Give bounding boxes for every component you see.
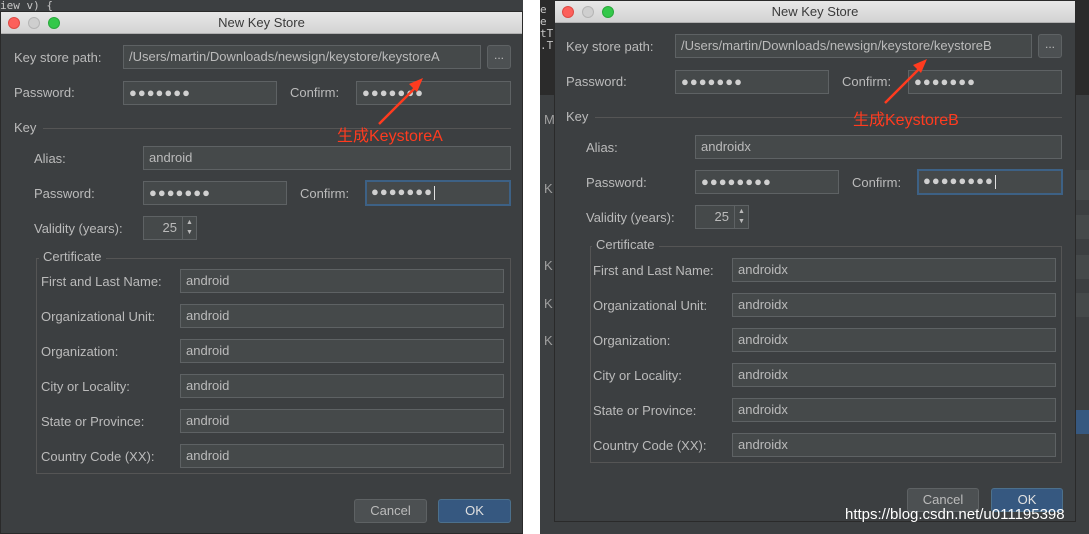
spinner-arrows-icon[interactable]: ▲ ▼ (734, 206, 748, 228)
validity-label: Validity (years): (586, 210, 675, 225)
dialog-titlebar: New Key Store (1, 12, 522, 34)
first-last-name-label: First and Last Name: (593, 263, 714, 278)
city-label: City or Locality: (593, 368, 682, 383)
certificate-group-title: Certificate (39, 249, 106, 265)
browse-button[interactable]: ... (487, 45, 511, 69)
keystore-path-label: Key store path: (14, 50, 102, 65)
ok-button[interactable]: OK (438, 499, 511, 523)
first-last-name-input[interactable]: android (180, 269, 504, 293)
city-label: City or Locality: (41, 379, 130, 394)
key-confirm-label: Confirm: (300, 186, 350, 201)
key-section-title: Key (14, 120, 37, 135)
org-unit-input[interactable]: android (180, 304, 504, 328)
maximize-window-icon[interactable] (48, 17, 60, 29)
text-caret (433, 185, 435, 200)
dialog-titlebar: New Key Store (555, 1, 1075, 23)
dialog-title: New Key Store (771, 4, 859, 19)
city-input[interactable]: android (180, 374, 504, 398)
alias-label: Alias: (586, 140, 618, 155)
state-label: State or Province: (593, 403, 697, 418)
background-field (1076, 215, 1089, 239)
keystore-password-input[interactable]: ●●●●●●● (123, 81, 277, 105)
key-password-label: Password: (34, 186, 95, 201)
background-field (1076, 255, 1089, 279)
dialog-title: New Key Store (218, 15, 305, 30)
keystore-path-input[interactable]: /Users/martin/Downloads/newsign/keystore… (675, 34, 1032, 58)
organization-input[interactable]: android (180, 339, 504, 363)
organization-input[interactable]: androidx (732, 328, 1056, 352)
key-section-divider (595, 117, 1062, 118)
org-unit-label: Organizational Unit: (593, 298, 708, 313)
background-gutter-letter: K (544, 296, 553, 311)
new-key-store-dialog-b: New Key Store Key store path: /Users/mar… (554, 0, 1076, 522)
key-section-title: Key (566, 109, 589, 124)
alias-input[interactable]: androidx (695, 135, 1062, 159)
validity-value: 25 (162, 220, 177, 235)
key-password-input[interactable]: ●●●●●●● (143, 181, 287, 205)
keystore-password-input[interactable]: ●●●●●●● (675, 70, 829, 94)
validity-value: 25 (714, 209, 729, 224)
validity-spinner[interactable]: 25 ▲ ▼ (695, 205, 749, 229)
state-input[interactable]: androidx (732, 398, 1056, 422)
country-label: Country Code (XX): (593, 438, 707, 453)
validity-spinner[interactable]: 25 ▲ ▼ (143, 216, 197, 240)
first-last-name-input[interactable]: androidx (732, 258, 1056, 282)
text-caret (994, 174, 996, 189)
country-label: Country Code (XX): (41, 449, 155, 464)
close-window-icon[interactable] (8, 17, 20, 29)
background-button (1076, 410, 1089, 434)
background-code: e e tT .T (540, 3, 554, 52)
background-gutter-letter: K (544, 258, 553, 273)
alias-label: Alias: (34, 151, 66, 166)
key-confirm-input[interactable]: ●●●●●●● (365, 180, 511, 206)
key-confirm-label: Confirm: (852, 175, 902, 190)
validity-label: Validity (years): (34, 221, 123, 236)
background-field (1076, 170, 1089, 200)
org-unit-input[interactable]: androidx (732, 293, 1056, 317)
country-input[interactable]: androidx (732, 433, 1056, 457)
keystore-confirm-label: Confirm: (290, 85, 340, 100)
browse-button[interactable]: ... (1038, 34, 1062, 58)
watermark-text: https://blog.csdn.net/u011195398 (845, 506, 1065, 523)
keystore-path-input[interactable]: /Users/martin/Downloads/newsign/keystore… (123, 45, 481, 69)
country-input[interactable]: android (180, 444, 504, 468)
minimize-window-icon[interactable] (28, 17, 40, 29)
city-input[interactable]: androidx (732, 363, 1056, 387)
background-gutter-letter: K (544, 333, 553, 348)
key-confirm-input[interactable]: ●●●●●●●● (917, 169, 1063, 195)
key-confirm-value: ●●●●●●● (371, 184, 433, 199)
new-key-store-dialog-a: New Key Store Key store path: /Users/mar… (0, 11, 523, 534)
key-confirm-value: ●●●●●●●● (923, 173, 994, 188)
organization-label: Organization: (41, 344, 119, 359)
state-input[interactable]: android (180, 409, 504, 433)
background-field (1076, 293, 1089, 317)
spinner-arrows-icon[interactable]: ▲ ▼ (182, 217, 196, 239)
annotation-arrow-icon (884, 59, 927, 104)
annotation-text: 生成KeystoreB (853, 112, 959, 129)
keystore-password-label: Password: (14, 85, 75, 100)
state-label: State or Province: (41, 414, 145, 429)
right-screenshot: e e tT .T M K K K K New Key Store Key st… (540, 0, 1089, 534)
keystore-password-label: Password: (566, 74, 627, 89)
certificate-group-title: Certificate (592, 237, 659, 253)
background-gutter-letter: K (544, 181, 553, 196)
maximize-window-icon[interactable] (602, 6, 614, 18)
organization-label: Organization: (593, 333, 671, 348)
key-password-input[interactable]: ●●●●●●●● (695, 170, 839, 194)
close-window-icon[interactable] (562, 6, 574, 18)
keystore-path-label: Key store path: (566, 39, 654, 54)
key-password-label: Password: (586, 175, 647, 190)
alias-input[interactable]: android (143, 146, 511, 170)
org-unit-label: Organizational Unit: (41, 309, 156, 324)
minimize-window-icon[interactable] (582, 6, 594, 18)
left-screenshot: iew v) { New Key Store Key store path: /… (0, 0, 523, 534)
annotation-text: 生成KeystoreA (337, 128, 443, 145)
cancel-button[interactable]: Cancel (354, 499, 427, 523)
first-last-name-label: First and Last Name: (41, 274, 162, 289)
